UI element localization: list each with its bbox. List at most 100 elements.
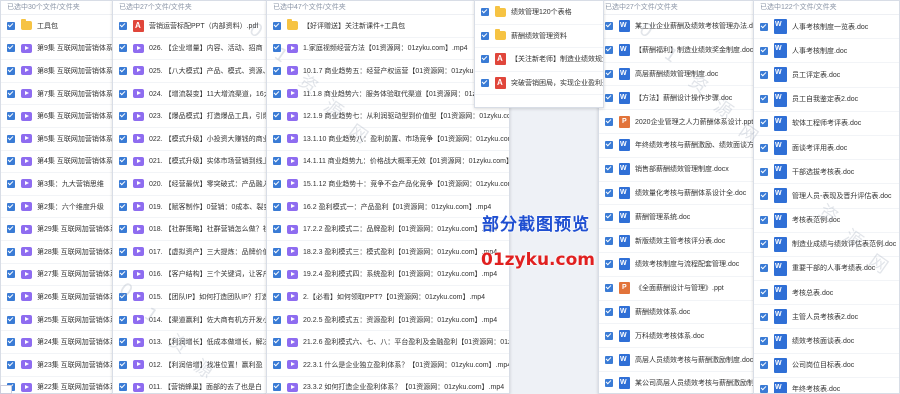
file-row[interactable]: 人事考核制度一览表.doc	[754, 15, 899, 40]
checkbox[interactable]	[119, 225, 127, 234]
file-row[interactable]: 15.1.12 商业趋势十：竞争不会产品化竞争【01资源网：01zyku.com…	[267, 173, 509, 196]
file-row[interactable]: 第5集 互联网加营销体系	[1, 128, 117, 151]
file-row[interactable]: 考核总表.doc	[754, 281, 899, 306]
file-row[interactable]: 025. 【八大模式】产品、模式、资源、平台	[113, 60, 271, 83]
checkbox[interactable]	[760, 191, 768, 200]
file-row[interactable]: 第26集 互联网加营销体系	[1, 286, 117, 309]
checkbox[interactable]	[273, 292, 281, 301]
file-row[interactable]: 第2集：六个维度升级	[1, 196, 117, 219]
file-row[interactable]: 薪酬绩效管理资料	[475, 25, 603, 48]
file-row[interactable]: 2.【必看】如何领取PPT?【01资源网：01zyku.com】.mp4	[267, 286, 509, 309]
checkbox[interactable]	[760, 264, 768, 273]
checkbox[interactable]	[119, 66, 127, 75]
file-row[interactable]: 新版绩效主管考核评分表.doc	[599, 229, 754, 253]
checkbox[interactable]	[7, 360, 15, 369]
checkbox[interactable]	[273, 21, 281, 30]
file-row[interactable]: 绩效考核面谈表.doc	[754, 329, 899, 354]
checkbox[interactable]	[605, 284, 613, 293]
checkbox[interactable]	[7, 21, 15, 30]
checkbox[interactable]	[605, 93, 613, 102]
checkbox[interactable]	[481, 8, 489, 17]
checkbox[interactable]	[273, 44, 281, 53]
file-row[interactable]: 021. 【模式升级】实体市场营销到线上	[113, 151, 271, 174]
file-row[interactable]: 14.1.11 商业趋势九：价格战大概率无效【01资源网：01zyku.com】…	[267, 151, 509, 174]
checkbox[interactable]	[605, 165, 613, 174]
checkbox[interactable]	[273, 338, 281, 347]
checkbox[interactable]	[7, 202, 15, 211]
checkbox[interactable]	[605, 22, 613, 31]
file-row[interactable]: 高层薪酬绩效管理制度.doc	[599, 63, 754, 87]
file-row[interactable]: 第22集 互联网加营销体系	[1, 377, 117, 394]
file-row[interactable]: 制造业成绩与绩效评估表范例.doc	[754, 233, 899, 257]
checkbox[interactable]	[119, 134, 127, 143]
file-row[interactable]: 第8集 互联网加营销体系	[1, 60, 117, 83]
file-row[interactable]: 第25集 互联网加营销体系	[1, 309, 117, 332]
file-row[interactable]: 销售部薪酬绩效管理制度.docx	[599, 158, 754, 182]
file-row[interactable]: 23.3.2 如何打造企业盈利体系？【01资源网：01zyku.com】.mp4	[267, 377, 509, 394]
checkbox[interactable]	[760, 312, 768, 321]
file-row[interactable]: 公司岗位目标表.doc	[754, 354, 899, 378]
file-row[interactable]: 11.1.8 商业趋势六：服务体验取代渠道【01资源网：01zyku.com】.…	[267, 83, 509, 106]
file-row[interactable]: 024. 【增流裂变】11大增流渠道，16大裂变	[113, 83, 271, 106]
checkbox[interactable]	[605, 260, 613, 269]
file-row[interactable]: 12.1.9 商业趋势七：从利润驱动型到价值型【01资源网：01zyku.com…	[267, 105, 509, 128]
checkbox[interactable]	[119, 179, 127, 188]
file-row[interactable]: 第29集 互联网加营销体系	[1, 218, 117, 241]
checkbox[interactable]	[119, 247, 127, 256]
checkbox[interactable]	[760, 337, 768, 346]
file-row[interactable]: 万科绩效考核体系.doc	[599, 324, 754, 349]
file-row[interactable]: 22.3.1 什么是企业独立盈利体系？【01资源网：01zyku.com】.mp…	[267, 354, 509, 377]
checkbox[interactable]	[119, 338, 127, 347]
file-row[interactable]: 第6集 互联网加营销体系	[1, 105, 117, 128]
checkbox[interactable]	[481, 31, 489, 40]
checkbox[interactable]	[605, 141, 613, 150]
checkbox[interactable]	[605, 46, 613, 55]
file-row[interactable]: 011. 【营销蜂巢】面部的去了也是白	[113, 377, 271, 394]
checkbox[interactable]	[119, 270, 127, 279]
file-row[interactable]: 10.1.7 商业趋势五：经营产权运营【01资源网：01zyku.com】.mp…	[267, 60, 509, 83]
checkbox[interactable]	[605, 188, 613, 197]
file-row[interactable]: 薪酬绩效体系.doc	[599, 301, 754, 325]
file-row[interactable]: 017. 【虚拟资产】三大提炼：品牌价值	[113, 241, 271, 264]
file-row[interactable]: 【关注新老师】制造业绩效规划方案.pdf	[475, 48, 603, 72]
file-row[interactable]: 21.2.6 盈利模式六、七、八：平台盈利及金融盈利【01资源网：01zyku.…	[267, 331, 509, 354]
file-row[interactable]: 重要干部的人事考绩表.doc	[754, 257, 899, 282]
checkbox[interactable]	[273, 112, 281, 121]
checkbox[interactable]	[7, 66, 15, 75]
checkbox[interactable]	[760, 119, 768, 128]
checkbox[interactable]	[119, 383, 127, 392]
file-row[interactable]: 薪酬管理系统.doc	[599, 205, 754, 230]
checkbox[interactable]	[760, 385, 768, 393]
checkbox[interactable]	[7, 89, 15, 98]
checkbox[interactable]	[7, 134, 15, 143]
file-row[interactable]: 工具包	[1, 15, 117, 38]
checkbox[interactable]	[7, 112, 15, 121]
checkbox[interactable]	[760, 95, 768, 104]
checkbox[interactable]	[605, 355, 613, 364]
file-row[interactable]: 1.家庭视频经营方法【01资源网：01zyku.com】.mp4	[267, 38, 509, 61]
checkbox[interactable]	[273, 225, 281, 234]
checkbox[interactable]	[760, 46, 768, 55]
checkbox[interactable]	[605, 331, 613, 340]
checkbox[interactable]	[273, 66, 281, 75]
checkbox[interactable]	[119, 202, 127, 211]
file-row[interactable]: 019. 【赋客制作】0营销：0成本、裂变	[113, 196, 271, 219]
checkbox[interactable]	[605, 236, 613, 245]
checkbox[interactable]	[273, 179, 281, 188]
file-row[interactable]: 突破营销困局，实现企业盈利无限增长.pdf	[475, 72, 603, 95]
checkbox[interactable]	[119, 360, 127, 369]
file-row[interactable]: 012. 【利润倍增】找准位置！赢利盈	[113, 354, 271, 377]
checkbox[interactable]	[273, 247, 281, 256]
checkbox[interactable]	[605, 117, 613, 126]
checkbox[interactable]	[119, 315, 127, 324]
file-row[interactable]: 高层人员绩效考核与薪酬激励制度.doc	[599, 348, 754, 372]
file-row[interactable]: 年终绩效考核与薪酬激励、绩效面谈方案.doc	[599, 134, 754, 158]
checkbox[interactable]	[605, 69, 613, 78]
checkbox[interactable]	[273, 360, 281, 369]
checkbox[interactable]	[7, 247, 15, 256]
checkbox[interactable]	[7, 157, 15, 166]
checkbox[interactable]	[273, 89, 281, 98]
checkbox[interactable]	[119, 89, 127, 98]
checkbox[interactable]	[760, 361, 768, 370]
checkbox[interactable]	[119, 21, 127, 30]
